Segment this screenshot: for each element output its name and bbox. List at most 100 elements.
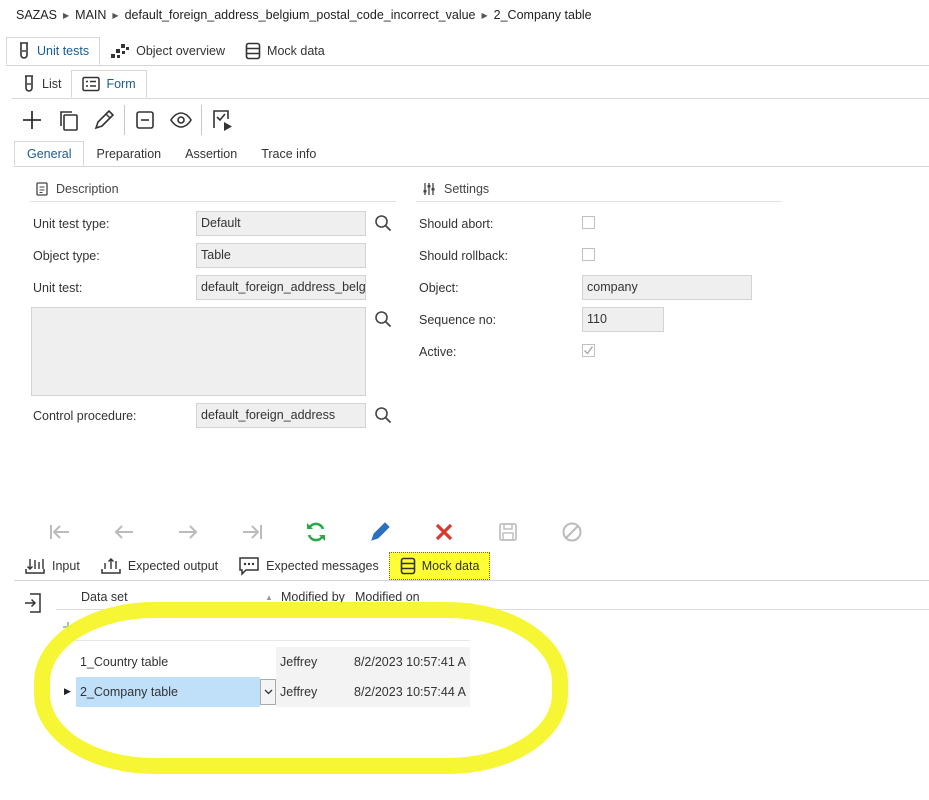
tab-object-overview[interactable]: Object overview <box>100 37 235 65</box>
document-icon <box>36 182 48 196</box>
sequence-no-field[interactable]: 110 <box>582 307 664 332</box>
tab-form[interactable]: Form <box>71 70 147 98</box>
search-icon <box>375 311 392 328</box>
form-toolbar <box>14 104 240 136</box>
column-header-modified-on[interactable]: Modified on <box>355 590 420 604</box>
object-field[interactable]: company <box>582 275 752 300</box>
breadcrumb-item-2[interactable]: MAIN <box>75 8 106 22</box>
edit-button[interactable] <box>86 104 122 136</box>
tab-label: Form <box>106 77 136 91</box>
table-row[interactable]: 1_Country table Jeffrey 8/2/2023 10:57:4… <box>76 647 470 677</box>
delete-button[interactable] <box>127 104 163 136</box>
mock-data-icon <box>245 42 261 60</box>
should-rollback-label: Should rollback: <box>419 249 508 263</box>
last-record-button[interactable] <box>220 518 284 546</box>
test-tube-icon <box>20 42 28 59</box>
next-record-button[interactable] <box>156 518 220 546</box>
lookup-control-procedure-button[interactable] <box>374 406 392 427</box>
form-icon <box>82 76 101 92</box>
cancel-button[interactable] <box>412 518 476 546</box>
should-rollback-checkbox[interactable] <box>582 248 595 261</box>
description-section-title: Description <box>36 180 119 198</box>
current-row-indicator-icon: ▶ <box>64 686 71 696</box>
breadcrumb: SAZAS ▶ MAIN ▶ default_foreign_address_b… <box>16 6 592 24</box>
tab-general[interactable]: General <box>14 141 85 166</box>
run-test-icon <box>213 110 232 131</box>
test-tube-icon <box>25 75 33 92</box>
breadcrumb-item-4: 2_Company table <box>493 8 592 22</box>
object-type-field[interactable]: Table <box>196 243 366 268</box>
save-button[interactable] <box>476 518 540 546</box>
view-tabs: List Form <box>12 70 929 99</box>
tab-mock-data-detail[interactable]: Mock data <box>388 551 491 580</box>
detail-tabs: Input Expected output Expected messages … <box>14 551 929 581</box>
plus-icon <box>63 622 73 632</box>
left-arrow-icon <box>114 525 133 539</box>
toolbar-divider <box>124 105 125 135</box>
dropdown-button[interactable] <box>260 679 276 705</box>
cell-modified-by: Jeffrey <box>276 677 350 707</box>
breadcrumb-item-3[interactable]: default_foreign_address_belgium_postal_c… <box>125 8 476 22</box>
copy-button[interactable] <box>50 104 86 136</box>
import-button[interactable] <box>24 592 42 617</box>
active-checkbox[interactable] <box>582 344 595 357</box>
mock-data-icon <box>400 557 416 574</box>
plus-icon <box>23 111 41 129</box>
lookup-unit-test-type-button[interactable] <box>374 214 392 235</box>
refresh-button[interactable] <box>284 518 348 546</box>
import-icon <box>25 593 41 613</box>
sort-ascending-icon: ▲ <box>265 593 273 602</box>
copy-icon <box>60 111 78 131</box>
run-test-button[interactable] <box>204 104 240 136</box>
active-label: Active: <box>419 345 457 359</box>
control-procedure-label: Control procedure: <box>33 409 137 423</box>
unit-test-field[interactable]: default_foreign_address_belgium_postal_c… <box>196 275 366 300</box>
chevron-down-icon <box>264 689 272 695</box>
cell-modified-on: 8/2/2023 10:57:41 A <box>350 647 470 677</box>
tab-mock-data[interactable]: Mock data <box>235 37 335 65</box>
tab-label: Mock data <box>267 44 325 58</box>
table-row-selected[interactable]: 2_Company table Jeffrey 8/2/2023 10:57:4… <box>76 677 470 707</box>
column-header-data-set[interactable]: Data set <box>81 590 128 604</box>
add-button[interactable] <box>14 104 50 136</box>
previous-record-button[interactable] <box>92 518 156 546</box>
eye-icon <box>170 112 192 128</box>
object-overview-icon <box>111 44 130 58</box>
minus-box-icon <box>136 111 154 129</box>
section-divider <box>416 201 782 202</box>
cell-data-set: 1_Country table <box>76 647 276 677</box>
control-procedure-field[interactable]: default_foreign_address <box>196 403 366 428</box>
refresh-icon <box>307 522 325 542</box>
edit-record-button[interactable] <box>348 518 412 546</box>
lookup-unit-test-button[interactable] <box>374 310 392 331</box>
column-header-modified-by[interactable]: Modified by <box>281 590 345 604</box>
tab-assertion[interactable]: Assertion <box>173 141 249 166</box>
checkmark-icon <box>584 346 594 355</box>
tab-expected-output[interactable]: Expected output <box>90 552 228 580</box>
breadcrumb-separator-icon: ▶ <box>481 10 488 20</box>
new-row[interactable] <box>62 617 470 641</box>
unit-test-description-textarea[interactable] <box>31 307 366 396</box>
unit-test-type-label: Unit test type: <box>33 217 110 231</box>
tab-input[interactable]: Input <box>14 552 90 580</box>
tab-expected-messages[interactable]: Expected messages <box>228 552 389 580</box>
first-record-button[interactable] <box>28 518 92 546</box>
save-icon <box>499 523 517 541</box>
toolbar-divider <box>201 105 202 135</box>
view-button[interactable] <box>163 104 199 136</box>
should-abort-checkbox[interactable] <box>582 216 595 229</box>
tab-trace-info[interactable]: Trace info <box>249 141 328 166</box>
first-arrow-icon <box>50 525 69 539</box>
message-icon <box>239 556 259 576</box>
disable-button[interactable] <box>540 518 604 546</box>
tab-list[interactable]: List <box>12 70 71 98</box>
breadcrumb-separator-icon: ▶ <box>63 10 70 20</box>
sliders-icon <box>423 183 435 195</box>
unit-test-type-field[interactable]: Default <box>196 211 366 236</box>
tab-label: Object overview <box>136 44 226 58</box>
tab-unit-tests[interactable]: Unit tests <box>6 37 101 65</box>
cell-data-set[interactable]: 2_Company table <box>76 677 260 707</box>
breadcrumb-item-1[interactable]: SAZAS <box>16 8 57 22</box>
cell-modified-by: Jeffrey <box>276 647 350 677</box>
tab-preparation[interactable]: Preparation <box>84 141 173 166</box>
